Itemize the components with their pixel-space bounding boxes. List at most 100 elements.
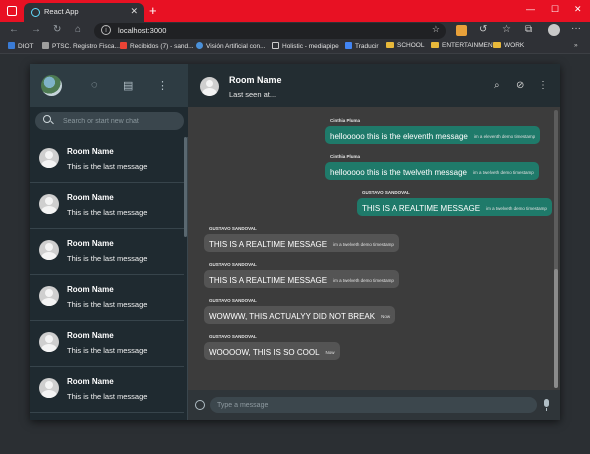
message-sender: GUSTAVO SANDOVAL (362, 190, 410, 195)
chat-scrollbar-thumb[interactable] (554, 269, 558, 388)
message-bubble: hellooooo this is the twelveth message im… (325, 162, 539, 180)
message-bubble: WOOOOW, THIS IS SO COOL Now (204, 342, 340, 360)
room-item[interactable]: Room Name This is the last message (30, 229, 184, 275)
browser-titlebar: React App ✕ + — ☐ ✕ (0, 0, 590, 22)
room-avatar (39, 194, 59, 214)
bookmark-folder[interactable]: ENTERTAINMENT (431, 42, 497, 49)
chat-icon[interactable]: ▤ (123, 79, 133, 92)
message-sender: GUSTAVO SANDOVAL (209, 226, 257, 231)
bookmark-item[interactable]: Recibidos (7) - sand... (120, 42, 194, 50)
profile-avatar[interactable] (548, 24, 560, 36)
message-timestamp: im a twelveth demo timestamp (472, 170, 534, 175)
minimize-icon[interactable]: — (526, 4, 535, 14)
message-input-box[interactable] (210, 397, 537, 413)
extension-icon[interactable] (456, 25, 467, 36)
new-tab-button[interactable]: + (149, 3, 157, 18)
chat-panel: Room Name Last seen at... ⌕ ⊘ ⋮ Cinthia … (188, 64, 560, 420)
search-icon (43, 115, 51, 123)
sidebar-search (30, 107, 188, 137)
room-avatar (39, 240, 59, 260)
room-item[interactable]: Room Name This is the last message (30, 367, 184, 413)
room-avatar[interactable] (200, 77, 219, 96)
user-avatar[interactable] (41, 75, 62, 96)
bookmark-item[interactable]: Holistic - mediapipe (272, 42, 339, 50)
favorites-icon[interactable]: ☆ (502, 24, 511, 35)
back-icon[interactable]: ← (9, 24, 19, 35)
info-icon[interactable]: i (101, 25, 111, 35)
folder-icon (386, 42, 394, 48)
address-bar[interactable]: i localhost:3000 ☆ (94, 23, 446, 39)
message-timestamp: Now (325, 350, 335, 355)
favorite-star-icon[interactable]: ☆ (432, 24, 440, 35)
message-sender: GUSTAVO SANDOVAL (209, 334, 257, 339)
home-icon[interactable]: ⌂ (75, 24, 81, 35)
message-sender: GUSTAVO SANDOVAL (209, 262, 257, 267)
more-vert-icon[interactable]: ⋮ (538, 80, 548, 91)
room-last-message: This is the last message (67, 208, 148, 217)
message-timestamp: im a twelveth demo timestamp (333, 278, 394, 283)
translate-icon (345, 42, 352, 49)
bookmarks-bar: DIOT PTSC. Registro Fisca... Recibidos (… (0, 40, 590, 54)
message-text: WOWWW, THIS ACTUALYY DID NOT BREAK (209, 312, 376, 321)
room-avatar (39, 148, 59, 168)
chat-room-name: Room Name (229, 75, 282, 85)
room-last-message: This is the last message (67, 162, 148, 171)
room-item[interactable]: Room Name This is the last message (30, 137, 184, 183)
room-name: Room Name (67, 285, 114, 294)
message-timestamp: im a twelveth demo timestamp (486, 206, 547, 211)
room-last-message: This is the last message (67, 346, 148, 355)
close-window-icon[interactable]: ✕ (574, 4, 582, 15)
search-box[interactable] (35, 112, 184, 130)
room-item[interactable]: Room Name This is the last message (30, 183, 184, 229)
mic-icon[interactable] (544, 399, 549, 411)
bank-icon (42, 42, 49, 49)
folder-icon (431, 42, 439, 48)
room-name: Room Name (67, 239, 114, 248)
room-name: Room Name (67, 331, 114, 340)
sidebar: ◌ ▤ ⋮ Room Name This is the last message… (30, 64, 188, 420)
reload-icon[interactable]: ↻ (53, 24, 61, 35)
message-text: THIS IS A REALTIME MESSAGE (209, 276, 328, 285)
react-icon (31, 8, 40, 17)
forward-icon[interactable]: → (31, 24, 41, 35)
tab-close-icon[interactable]: ✕ (130, 6, 138, 17)
browser-menu-icon[interactable]: ··· (571, 23, 581, 34)
message-input[interactable] (217, 399, 517, 411)
more-vert-icon[interactable]: ⋮ (157, 79, 168, 92)
more-bookmarks-icon[interactable]: » (574, 42, 578, 49)
attach-file-icon[interactable]: ⊘ (516, 80, 524, 91)
bookmark-folder[interactable]: WORK (493, 42, 524, 49)
bookmark-item[interactable]: DIOT (8, 42, 34, 50)
search-icon[interactable]: ⌕ (494, 80, 500, 91)
maximize-icon[interactable]: ☐ (551, 4, 559, 15)
emoji-icon[interactable] (195, 400, 205, 410)
bookmark-item[interactable]: PTSC. Registro Fisca... (42, 42, 120, 50)
sidebar-scrollbar[interactable] (184, 137, 187, 237)
room-avatar (39, 286, 59, 306)
url-text[interactable]: localhost:3000 (118, 26, 166, 35)
browser-tab[interactable]: React App ✕ (24, 3, 144, 22)
room-item[interactable]: Room Name This is the last message (30, 321, 184, 367)
bookmark-item[interactable]: Traducir (345, 42, 379, 50)
message-bubble: THIS IS A REALTIME MESSAGE im a twelveth … (357, 198, 552, 216)
folder-icon (493, 42, 501, 48)
bookmark-folder[interactable]: SCHOOL (386, 42, 424, 49)
person-icon (196, 42, 203, 49)
gmail-icon (120, 42, 127, 49)
room-item[interactable]: Room Name This is the last message (30, 275, 184, 321)
room-name: Room Name (67, 377, 114, 386)
chat-footer (188, 390, 560, 420)
window-menu-icon[interactable] (7, 6, 17, 16)
browser-toolbar: ← → ↻ ⌂ i localhost:3000 ☆ ↺ ☆ ⧉ ··· (0, 22, 590, 40)
sidebar-header: ◌ ▤ ⋮ (30, 64, 188, 107)
status-icon[interactable]: ◌ (91, 79, 98, 91)
search-input[interactable] (63, 115, 181, 127)
room-avatar (39, 378, 59, 398)
room-list: Room Name This is the last message Room … (30, 137, 184, 420)
bookmark-item[interactable]: Visión Artificial con... (196, 42, 266, 50)
extension-2-icon[interactable]: ↺ (479, 24, 487, 35)
message-text: WOOOOW, THIS IS SO COOL (209, 348, 320, 357)
message-timestamp: Now (381, 314, 391, 319)
collections-icon[interactable]: ⧉ (525, 24, 532, 35)
message-bubble: hellooooo this is the eleventh message im… (325, 126, 541, 144)
